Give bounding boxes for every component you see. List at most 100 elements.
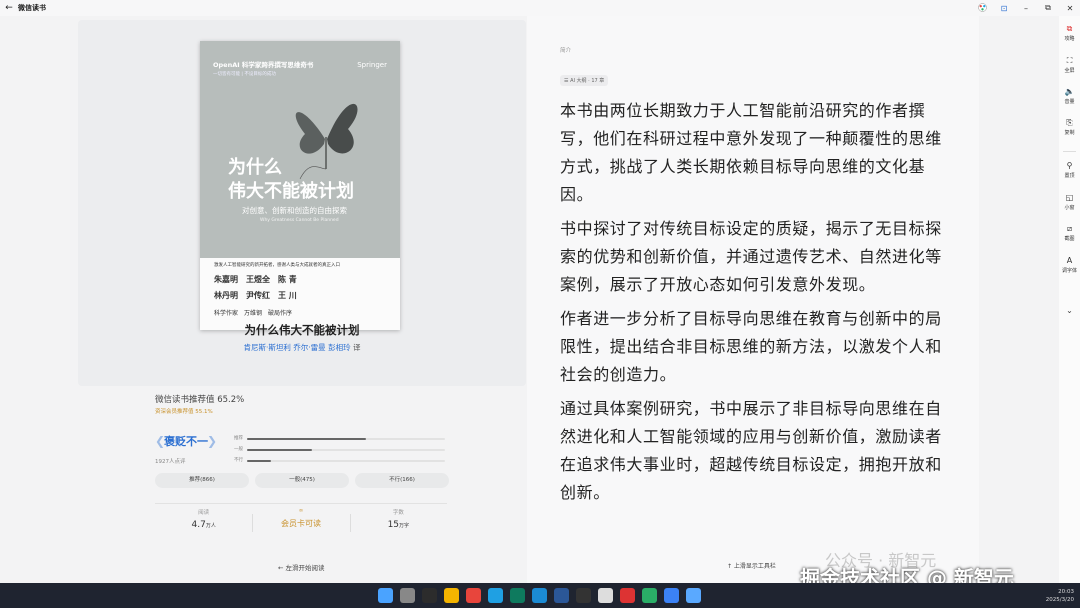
taskbar: 20:03 2025/3/20 (0, 583, 1080, 608)
stat-membership[interactable]: ∞ 会员卡可读 (252, 508, 349, 532)
infinity-icon: ∞ (298, 508, 304, 514)
taskbar-app-icon[interactable] (598, 588, 613, 603)
translator-link[interactable]: 彭相玲 (328, 343, 351, 352)
crop-icon: ⧄ (1066, 224, 1073, 233)
taskbar-app-icon[interactable] (444, 588, 459, 603)
intro-panel: 简介 ☰ AI 大纲 · 17 章 本书由两位长期致力于人工智能前沿研究的作者撰… (527, 16, 979, 583)
stat-readers: 阅读 4.7万人 (155, 508, 252, 530)
swipe-up-hint: ↑ 上滑显示工具栏 (727, 563, 776, 570)
tool-label: 攻略 (1064, 36, 1075, 42)
ext-icon[interactable]: ⊡ (998, 4, 1010, 13)
vote-buttons: 推荐(866) 一般(475) 不行(166) (155, 473, 449, 488)
tool-screenshot[interactable]: ⧄ 截图 (1059, 224, 1080, 242)
rating-bar-label: 不行 (234, 458, 243, 463)
fullscreen-icon: ⛶ (1066, 56, 1073, 65)
cover-series: OpenAI 科学家跨界撰写思维奇书 (213, 61, 314, 69)
taskbar-app-icon[interactable] (642, 588, 657, 603)
guide-icon: ⧉ (1066, 24, 1073, 33)
tool-label: 小窗 (1064, 205, 1075, 211)
tool-label: 复制 (1064, 130, 1075, 136)
intro-paragraph: 作者进一步分析了目标导向思维在教育与创新中的局限性，提出结合非目标思维的新方法，… (560, 309, 942, 384)
taskbar-app-icon[interactable] (400, 588, 415, 603)
tool-font[interactable]: A 调字体 (1059, 256, 1080, 274)
book-info-panel: OpenAI 科学家跨界撰写思维奇书 一切皆有可能 | 不设目标的成功 Spri… (0, 16, 527, 583)
intro-paragraph: 通过具体案例研究，书中展示了非目标导向思维在自然进化和人工智能领域的应用与创新价… (560, 399, 942, 502)
member-recommend-rate: 资深会员推荐值 55.1% (155, 409, 213, 415)
tool-label: 全屏 (1064, 68, 1075, 74)
cover-recommend: 激发人工智能研究的新开拓者，感谢人类与大成就者的真正入口 (214, 263, 340, 268)
rating-bar-recommend: 推荐 (234, 436, 454, 442)
palette-icon[interactable] (976, 2, 988, 14)
cover-tagline: 一切皆有可能 | 不设目标的成功 (213, 72, 276, 77)
stat-unit: 万字 (399, 523, 410, 529)
taskbar-app-icon[interactable] (488, 588, 503, 603)
intro-label: 简介 (560, 48, 572, 54)
tool-guide[interactable]: ⧉ 攻略 (1059, 24, 1080, 42)
font-icon: A (1066, 256, 1073, 265)
taskbar-app-icon[interactable] (554, 588, 569, 603)
rating-bar-label: 推荐 (234, 436, 243, 441)
publisher-logo: Springer (357, 61, 387, 69)
taskbar-app-icon[interactable] (510, 588, 525, 603)
stat-value: 会员卡可读 (280, 519, 321, 528)
stat-label: 阅读 (198, 510, 210, 516)
system-clock[interactable]: 20:03 2025/3/20 (1046, 588, 1074, 604)
taskbar-app-icon[interactable] (664, 588, 679, 603)
taskbar-app-icon[interactable] (466, 588, 481, 603)
cover-subtitle: 对创意、创新和创造的自由探索 (242, 206, 347, 215)
cover-names-row2: 林丹明 尹传红 王 川 (214, 291, 297, 300)
stat-value: 4.7 (191, 520, 206, 530)
tool-label: 音量 (1064, 99, 1075, 105)
swipe-left-hint: ← 左滑开始阅读 (278, 564, 325, 572)
volume-icon: 🔈 (1064, 87, 1075, 96)
restore-button[interactable]: ⧉ (1042, 3, 1054, 13)
pin-icon: ⚲ (1066, 161, 1073, 170)
tool-fullscreen[interactable]: ⛶ 全屏 (1059, 56, 1080, 74)
book-stats: 阅读 4.7万人 ∞ 会员卡可读 字数 15万字 (155, 508, 447, 532)
back-icon[interactable]: ← (0, 3, 18, 13)
tool-volume[interactable]: 🔈 音量 (1059, 87, 1080, 105)
cover-title-line1: 为什么 (228, 157, 282, 178)
toolbar-divider (1063, 151, 1076, 152)
start-icon[interactable] (378, 588, 393, 603)
close-button[interactable]: ✕ (1064, 4, 1076, 13)
vote-average-button[interactable]: 一般(475) (255, 473, 349, 488)
rating-bar-poor: 不行 (234, 458, 454, 464)
rating-bar-label: 一般 (234, 447, 243, 452)
copy-icon: ⎘ (1066, 118, 1073, 127)
tool-copy[interactable]: ⎘ 复制 (1059, 118, 1080, 136)
taskbar-apps (378, 588, 701, 603)
book-title: 为什么伟大不能被计划 (244, 323, 360, 337)
stat-label: 字数 (392, 510, 404, 516)
minimize-button[interactable]: – (1020, 4, 1032, 13)
tool-miniwindow[interactable]: ◱ 小窗 (1059, 193, 1080, 211)
rating-bar-average: 一般 (234, 447, 454, 453)
vote-recommend-button[interactable]: 推荐(866) (155, 473, 249, 488)
rating-bar-fill (247, 449, 313, 451)
cover-footer: 激发人工智能研究的新开拓者，感谢人类与大成就者的真正入口 朱嘉明 王煜全 陈 青… (200, 258, 400, 330)
vote-poor-button[interactable]: 不行(166) (355, 473, 449, 488)
author-link[interactable]: 肯尼斯·斯坦利 乔尔·雷曼 (244, 343, 326, 352)
book-cover[interactable]: OpenAI 科学家跨界撰写思维奇书 一切皆有可能 | 不设目标的成功 Spri… (200, 41, 400, 330)
tool-pin[interactable]: ⚲ 置顶 (1059, 161, 1080, 179)
clock-time: 20:03 (1058, 589, 1074, 595)
app-title: 微信读书 (18, 4, 46, 12)
book-authors: 肯尼斯·斯坦利 乔尔·雷曼 彭相玲 译 (0, 342, 604, 353)
cover-names-row1: 朱嘉明 王煜全 陈 青 (214, 275, 297, 284)
chevron-down-icon[interactable]: ⌄ (1059, 306, 1080, 315)
taskbar-app-icon[interactable] (576, 588, 591, 603)
verdict-badge: 褒贬不一 (155, 433, 217, 453)
divider (155, 503, 447, 504)
taskbar-app-icon[interactable] (532, 588, 547, 603)
stat-value: 15 (387, 520, 400, 530)
tool-label: 截图 (1064, 236, 1075, 242)
window-controls: ⊡ – ⧉ ✕ (976, 0, 1076, 16)
cover-english-title: Why Greatness Cannot Be Planned (260, 218, 339, 223)
side-toolbar: ⧉ 攻略 ⛶ 全屏 🔈 音量 ⎘ 复制 ⚲ 置顶 ◱ 小窗 ⧄ 截图 A 调字体 ⌄ (1059, 16, 1080, 583)
taskbar-app-icon[interactable] (686, 588, 701, 603)
taskbar-app-icon[interactable] (620, 588, 635, 603)
intro-paragraph: 本书由两位长期致力于人工智能前沿研究的作者撰写，他们在科研过程中意外发现了一种颠… (560, 101, 942, 204)
ai-outline-chip[interactable]: ☰ AI 大纲 · 17 章 (560, 75, 609, 86)
review-count[interactable]: 1927人点评 (155, 457, 186, 465)
taskbar-app-icon[interactable] (422, 588, 437, 603)
